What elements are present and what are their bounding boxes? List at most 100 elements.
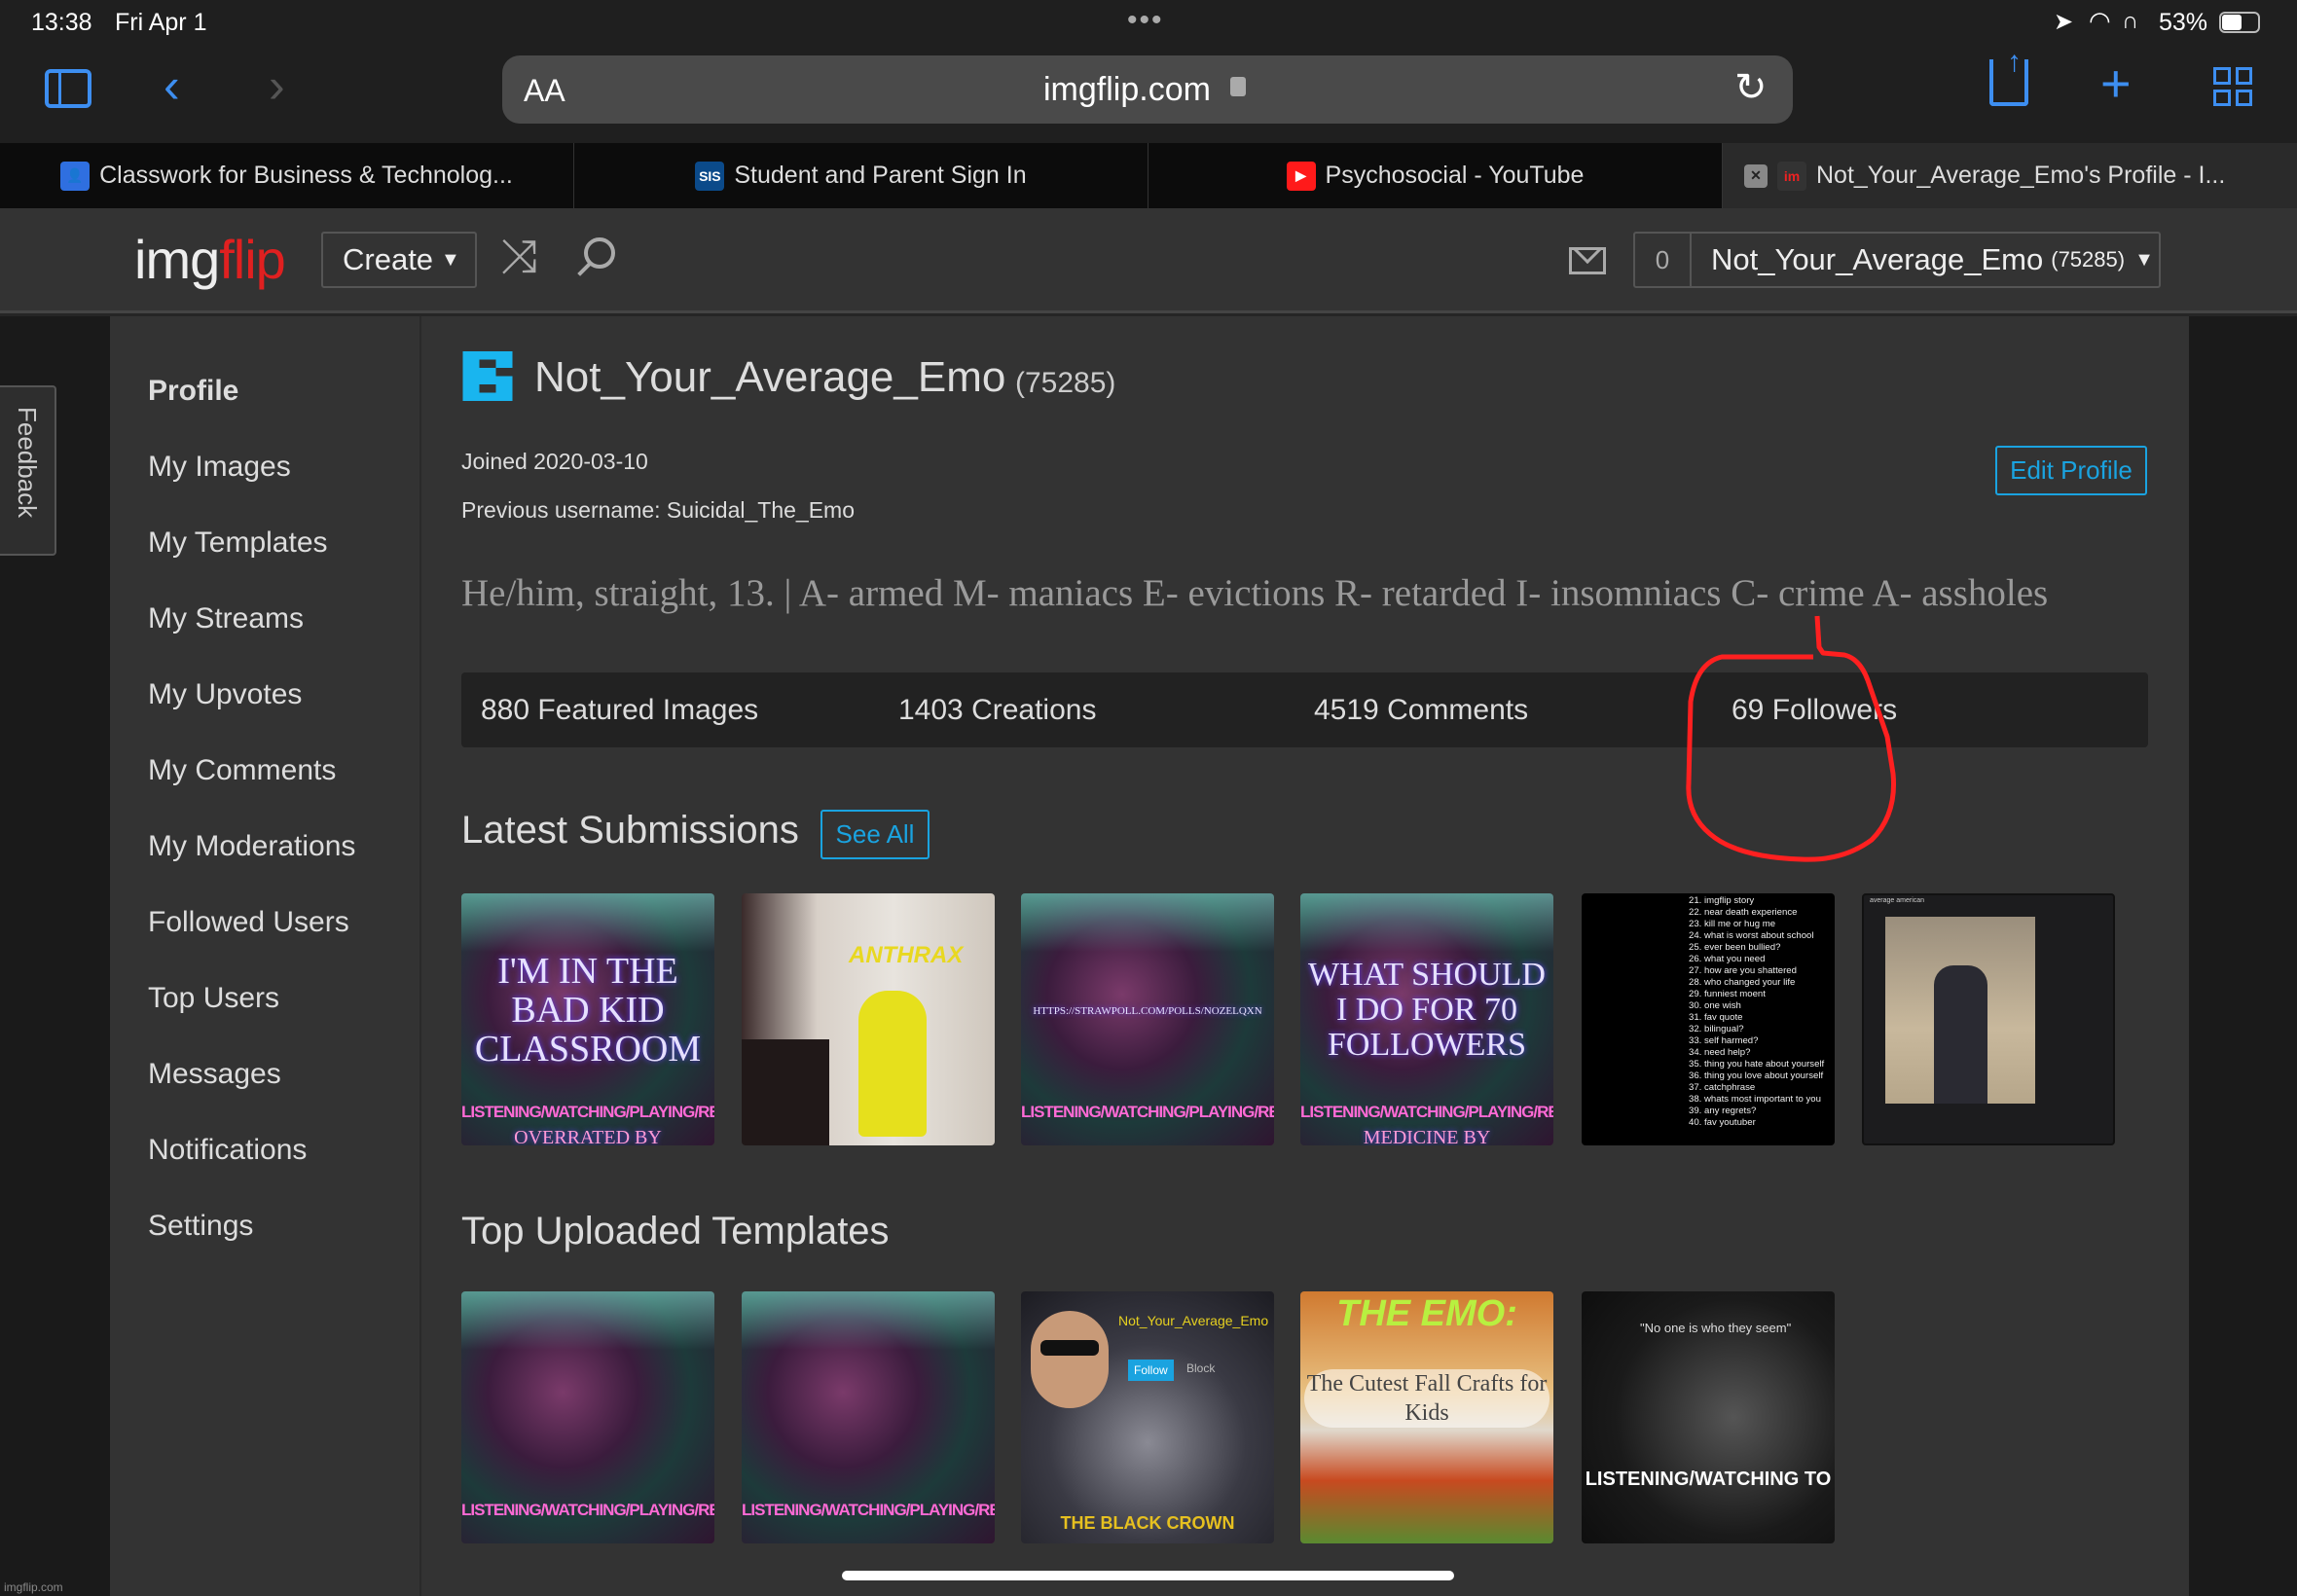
see-all-button[interactable]: See All [820, 810, 930, 859]
template-thumbnail[interactable]: LISTENING/WATCHING/PLAYING/READING [461, 1291, 714, 1543]
location-icon: ➤ [2054, 9, 2074, 35]
thumbnail-bar-text: LISTENING/WATCHING/PLAYING/READING [1021, 1103, 1274, 1121]
multitask-dots-icon[interactable]: ••• [1127, 4, 1164, 37]
create-label: Create [343, 242, 434, 276]
submission-thumbnail[interactable]: I'M IN THE BAD KID CLASSROOM LISTENING/W… [461, 893, 714, 1145]
caret-down-icon: ▼ [441, 248, 460, 271]
create-dropdown[interactable]: Create ▼ [321, 232, 477, 288]
sidebar-item-notifications[interactable]: Notifications [148, 1134, 307, 1167]
template-thumbnail[interactable]: LISTENING/WATCHING/PLAYING/READING [742, 1291, 995, 1543]
thumbnail-bar-text: LISTENING/WATCHING/PLAYING/READING [1300, 1103, 1553, 1121]
sidebar-item-my-upvotes[interactable]: My Upvotes [148, 678, 302, 711]
stat-creations[interactable]: 1403 Creations [898, 694, 1096, 727]
mail-icon[interactable] [1569, 247, 1606, 274]
thumbnail-caption: ANTHRAX [849, 942, 964, 968]
back-icon[interactable]: ‹ [164, 57, 180, 114]
home-indicator[interactable] [842, 1571, 1454, 1580]
profile-main: Not_Your_Average_Emo (75285) Joined 2020… [421, 316, 2189, 1596]
thumbnail-shadow [742, 1039, 829, 1145]
tab-label: Student and Parent Sign In [734, 162, 1027, 189]
submission-thumbnail[interactable]: HTTPS://STRAWPOLL.COM/POLLS/NOZELQXN LIS… [1021, 893, 1274, 1145]
question-line: 23. kill me or hug me [1689, 919, 1776, 929]
profile-sidebar: Profile My Images My Templates My Stream… [110, 316, 421, 1596]
question-line: 24. what is worst about school [1689, 930, 1814, 941]
tab-imgflip-profile[interactable]: ✕ im Not_Your_Average_Emo's Profile - I... [1723, 143, 2297, 208]
submission-thumbnail[interactable]: WHAT SHOULD I DO FOR 70 FOLLOWERS LISTEN… [1300, 893, 1553, 1145]
sidebar-item-settings[interactable]: Settings [148, 1210, 253, 1243]
question-line: 29. funniest moent [1689, 989, 1766, 999]
thumbnail-name: Not_Your_Average_Emo [1118, 1313, 1269, 1328]
user-menu[interactable]: 0 Not_Your_Average_Emo (75285) ▼ [1633, 232, 2161, 288]
sidebar-item-profile[interactable]: Profile [148, 375, 238, 408]
avatar-icon [461, 351, 514, 401]
template-thumbnail[interactable]: "No one is who they seem" LISTENING/WATC… [1582, 1291, 1835, 1543]
thumbnail-bar-text: LISTENING/WATCHING/PLAYING/READING [461, 1103, 714, 1121]
caret-down-icon: ▼ [2134, 248, 2154, 271]
header-username: Not_Your_Average_Emo [1711, 242, 2044, 276]
address-bar[interactable]: AA imgflip.com ↻ [502, 55, 1793, 124]
sidebar-item-my-templates[interactable]: My Templates [148, 526, 328, 560]
forward-icon[interactable]: › [269, 57, 285, 114]
question-line: 32. bilingual? [1689, 1024, 1744, 1034]
question-line: 36. thing you love about yourself [1689, 1070, 1824, 1081]
sidebar-item-my-moderations[interactable]: My Moderations [148, 830, 355, 863]
tab-youtube[interactable]: ▶ Psychosocial - YouTube [1148, 143, 1723, 208]
imgflip-watermark: imgflip.com [4, 1580, 63, 1594]
submission-thumbnail[interactable]: 21. imgflip story 22. near death experien… [1582, 893, 1835, 1145]
thumbnail-caption: I'M IN THE BAD KID CLASSROOM [474, 951, 702, 1070]
stat-featured-images[interactable]: 880 Featured Images [481, 694, 758, 727]
submission-thumbnail[interactable]: ANTHRAX [742, 893, 995, 1145]
sidebar-item-my-streams[interactable]: My Streams [148, 602, 304, 635]
classroom-favicon-icon: 👤 [60, 161, 91, 191]
feedback-tab[interactable]: Feedback [0, 385, 56, 556]
status-date: Fri Apr 1 [115, 9, 207, 36]
sidebar-item-followed-users[interactable]: Followed Users [148, 906, 349, 939]
wifi-icon: ◠ [2089, 6, 2111, 35]
sidebar-item-my-images[interactable]: My Images [148, 451, 291, 484]
notification-count[interactable]: 0 [1635, 234, 1692, 286]
question-line: 31. fav quote [1689, 1012, 1743, 1023]
stat-comments[interactable]: 4519 Comments [1314, 694, 1528, 727]
reload-icon[interactable]: ↻ [1734, 65, 1768, 110]
thumbnail-bottom-text: OVERRATED BY [514, 1127, 662, 1145]
template-thumbnail[interactable]: THE EMO: The Cutest Fall Crafts for Kids [1300, 1291, 1553, 1543]
question-line: 30. one wish [1689, 1000, 1741, 1011]
share-icon[interactable]: ↑ [1989, 46, 2028, 106]
edit-profile-button[interactable]: Edit Profile [1995, 446, 2147, 495]
browser-toolbar: ‹ › AA imgflip.com ↻ ↑ + [0, 44, 2297, 143]
sidebar-item-top-users[interactable]: Top Users [148, 982, 279, 1015]
profile-username: Not_Your_Average_Emo [534, 353, 1006, 401]
thumbnail-face [1031, 1311, 1109, 1408]
battery-icon [2219, 12, 2260, 33]
new-tab-icon[interactable]: + [2100, 54, 2132, 114]
tab-student-sign-in[interactable]: SIS Student and Parent Sign In [574, 143, 1148, 208]
question-line: 27. how are you shattered [1689, 965, 1797, 976]
header-points: (75285) [2051, 247, 2126, 272]
previous-username: Previous username: Suicidal_The_Emo [461, 497, 855, 523]
sidebar-icon[interactable] [45, 69, 91, 108]
tabs-overview-icon[interactable] [2213, 67, 2252, 106]
question-line: 25. ever been bullied? [1689, 942, 1781, 953]
imgflip-logo[interactable]: imgflip [134, 228, 286, 291]
question-line: 26. what you need [1689, 954, 1766, 964]
imgflip-favicon-icon: im [1777, 161, 1806, 191]
text-size-button[interactable]: AA [524, 73, 565, 109]
headphones-icon: ∩ [2122, 8, 2139, 34]
feedback-label: Feedback [13, 407, 42, 519]
tab-classwork[interactable]: 👤 Classwork for Business & Technolog... [0, 143, 574, 208]
lock-icon [1230, 77, 1246, 96]
thumbnail-follow: Follow [1128, 1360, 1174, 1381]
sidebar-item-my-comments[interactable]: My Comments [148, 754, 336, 787]
tab-label: Classwork for Business & Technolog... [99, 162, 513, 189]
url-text[interactable]: imgflip.com [1043, 71, 1211, 109]
close-tab-icon[interactable]: ✕ [1744, 163, 1768, 188]
shuffle-icon[interactable]: ⤨ [500, 230, 537, 284]
search-icon[interactable] [577, 237, 615, 276]
thumbnail-caption: HTTPS://STRAWPOLL.COM/POLLS/NOZELQXN [1033, 1005, 1262, 1017]
submission-thumbnail[interactable]: average american [1862, 893, 2115, 1145]
question-line: 40. fav youtuber [1689, 1117, 1756, 1128]
question-line: 28. who changed your life [1689, 977, 1796, 988]
template-thumbnail[interactable]: Not_Your_Average_Emo Follow Block THE BL… [1021, 1291, 1274, 1543]
sidebar-item-messages[interactable]: Messages [148, 1058, 281, 1091]
youtube-favicon-icon: ▶ [1286, 161, 1316, 191]
